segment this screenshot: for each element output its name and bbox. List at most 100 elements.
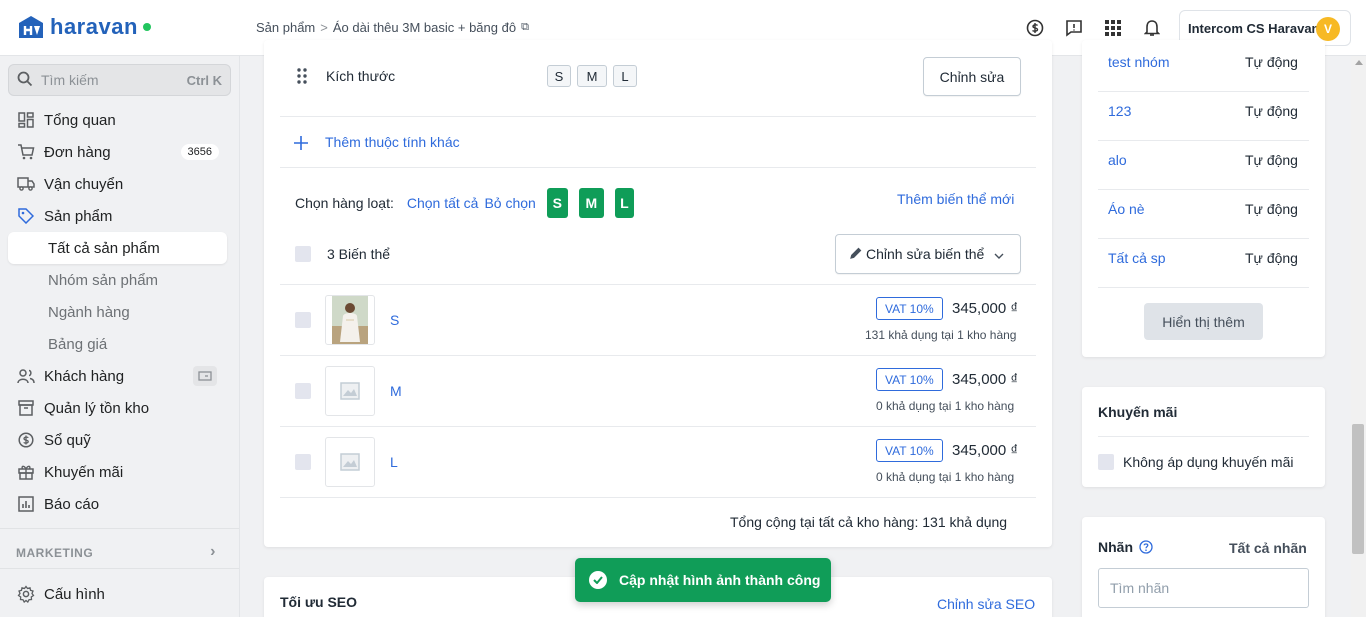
variant-checkbox[interactable]: [295, 312, 311, 328]
select-all-link[interactable]: Chọn tất cả: [407, 195, 479, 211]
bell-icon[interactable]: [1142, 18, 1162, 38]
scrollbar-thumb[interactable]: [1352, 424, 1364, 554]
vat-badge: VAT 10%: [876, 297, 943, 320]
customer-screen-icon[interactable]: [193, 366, 217, 386]
variant-image[interactable]: [325, 295, 375, 345]
variant-price: 345,000 ₫: [952, 300, 1019, 317]
collection-type: Tự động: [1245, 201, 1298, 217]
nav-inventory[interactable]: Quản lý tồn kho: [8, 392, 227, 424]
no-promotion-checkbox[interactable]: [1098, 454, 1114, 470]
inventory-icon: [16, 398, 36, 418]
variant-image-placeholder[interactable]: [325, 366, 375, 416]
nav-promotions[interactable]: Khuyến mãi: [8, 456, 227, 488]
variant-checkbox[interactable]: [295, 383, 311, 399]
bulk-select-label: Chọn hàng loạt:: [295, 195, 394, 211]
show-more-button[interactable]: Hiển thị thêm: [1144, 303, 1263, 340]
promotion-card: [1082, 387, 1325, 487]
tag-search-input[interactable]: Tìm nhãn: [1098, 568, 1309, 608]
variant-name-link[interactable]: S: [390, 312, 399, 328]
collection-link[interactable]: 123: [1108, 103, 1131, 119]
nav-orders[interactable]: Đơn hàng 3656: [8, 136, 227, 168]
row-divider: [280, 167, 1036, 168]
nav-all-products[interactable]: Tất cả sản phẩm: [8, 232, 227, 264]
toast-message: Cập nhật hình ảnh thành công: [619, 572, 821, 588]
truck-icon: [16, 174, 36, 194]
nav-price-lists[interactable]: Bảng giá: [8, 328, 227, 360]
row-divider: [1098, 287, 1309, 288]
avatar: V: [1316, 17, 1340, 41]
edit-option-button[interactable]: Chỉnh sửa: [923, 57, 1021, 96]
variant-availability: 0 khả dụng tại 1 kho hàng: [876, 470, 1015, 484]
collection-link[interactable]: alo: [1108, 152, 1127, 168]
pencil-icon: [850, 246, 862, 262]
users-icon: [16, 366, 36, 386]
search-placeholder: Tìm kiếm: [41, 72, 99, 88]
nav-reports[interactable]: Báo cáo: [8, 488, 227, 520]
search-shortcut: Ctrl K: [186, 72, 222, 88]
marketing-section[interactable]: MARKETING ›: [16, 543, 216, 561]
collection-type: Tự động: [1245, 152, 1298, 168]
apps-grid-icon[interactable]: [1103, 18, 1123, 38]
variant-name-link[interactable]: M: [390, 383, 402, 399]
edit-variants-button[interactable]: Chỉnh sửa biến thể: [835, 234, 1021, 274]
cashbook-icon: [16, 430, 36, 450]
variant-image-placeholder[interactable]: [325, 437, 375, 487]
variant-availability: 0 khả dụng tại 1 kho hàng: [876, 399, 1015, 413]
nav-cashbook[interactable]: Sổ quỹ: [8, 424, 227, 456]
image-placeholder-icon: [340, 453, 360, 471]
row-divider: [280, 284, 1036, 285]
breadcrumb-current: Áo dài thêu 3M basic + băng đô: [332, 20, 517, 35]
row-divider: [280, 116, 1036, 117]
nav-categories[interactable]: Ngành hàng: [8, 296, 227, 328]
gift-icon: [16, 462, 36, 482]
row-divider: [280, 355, 1036, 356]
variant-name-link[interactable]: L: [390, 454, 398, 470]
image-placeholder-icon: [340, 382, 360, 400]
drag-handle-icon[interactable]: [297, 68, 307, 87]
add-variant-link[interactable]: Thêm biến thể mới: [897, 191, 1014, 207]
logo-text: haravan: [50, 14, 138, 39]
select-all-checkbox[interactable]: [295, 246, 311, 262]
collection-link[interactable]: Tất cả sp: [1108, 250, 1166, 266]
scroll-up-arrow[interactable]: [1355, 60, 1363, 65]
deselect-link[interactable]: Bỏ chọn: [484, 195, 535, 211]
nav-overview[interactable]: Tổng quan: [8, 104, 227, 136]
variant-count: 3 Biến thể: [327, 246, 391, 262]
breadcrumb: Sản phẩm > Áo dài thêu 3M basic + băng đ…: [256, 20, 529, 35]
search-icon: [17, 71, 33, 90]
haravan-logo[interactable]: haravan: [16, 13, 151, 41]
chevron-down-icon: [994, 246, 1004, 262]
promotion-title: Khuyến mãi: [1098, 404, 1178, 420]
feedback-icon[interactable]: [1064, 18, 1084, 38]
all-tags-link[interactable]: Tất cả nhãn: [1229, 540, 1307, 556]
copy-icon[interactable]: ⧉: [521, 21, 529, 34]
breadcrumb-separator: >: [320, 20, 328, 35]
nav-product-groups[interactable]: Nhóm sản phẩm: [8, 264, 227, 296]
bulk-select-m-button[interactable]: M: [578, 188, 604, 218]
variant-checkbox[interactable]: [295, 454, 311, 470]
tags-title: Nhãn: [1098, 539, 1133, 555]
haravan-logo-icon: [19, 16, 43, 38]
nav-shipping[interactable]: Vận chuyển: [8, 168, 227, 200]
collection-link[interactable]: test nhóm: [1108, 54, 1169, 70]
help-icon[interactable]: [1139, 540, 1153, 557]
nav-settings[interactable]: Cấu hình: [8, 578, 227, 610]
breadcrumb-products[interactable]: Sản phẩm: [256, 20, 315, 35]
product-photo: [332, 296, 368, 344]
check-circle-icon: [589, 571, 607, 589]
nav-products[interactable]: Sản phẩm: [8, 200, 227, 232]
search-box[interactable]: Tìm kiếm Ctrl K: [8, 64, 231, 96]
chevron-right-icon: ›: [210, 543, 216, 560]
row-divider: [1098, 140, 1309, 141]
add-attribute-link[interactable]: Thêm thuộc tính khác: [325, 134, 460, 150]
bulk-select-l-button[interactable]: L: [614, 188, 634, 218]
row-divider: [1098, 189, 1309, 190]
nav-customers[interactable]: Khách hàng: [8, 360, 227, 392]
edit-seo-link[interactable]: Chỉnh sửa SEO: [937, 596, 1035, 612]
collection-link[interactable]: Áo nè: [1108, 201, 1145, 217]
bulk-select-s-button[interactable]: S: [546, 188, 568, 218]
option-values: S M L: [547, 65, 643, 87]
inventory-total: Tổng cộng tại tất cả kho hàng: 131 khả d…: [730, 514, 1008, 530]
collection-type: Tự động: [1245, 54, 1298, 70]
currency-icon[interactable]: [1025, 18, 1045, 38]
